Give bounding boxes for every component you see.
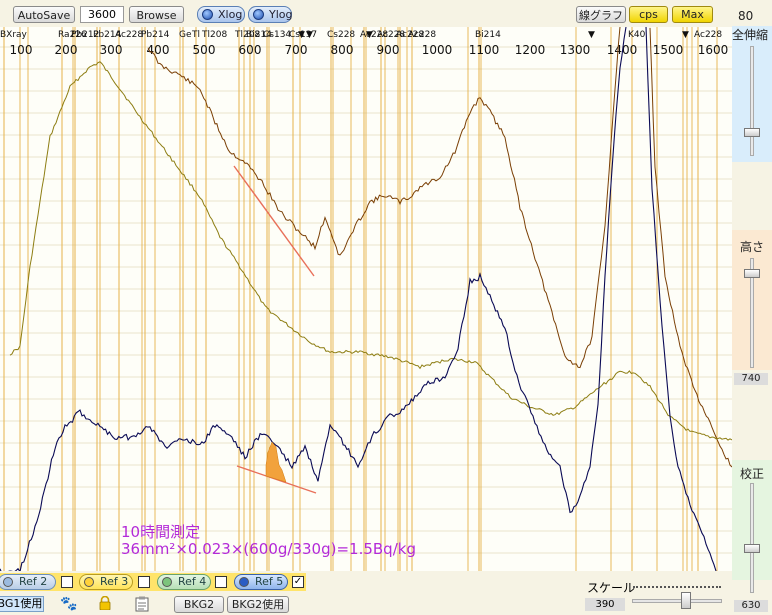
nuclide-label: Cs228 bbox=[327, 30, 355, 40]
x-tick-label: 200 bbox=[55, 43, 78, 57]
x-tick-label: 1300 bbox=[560, 43, 591, 57]
nuclide-label: Tl208 bbox=[201, 30, 227, 40]
x-tick-label: 1100 bbox=[469, 43, 500, 57]
time-field[interactable]: 3600 bbox=[80, 6, 124, 23]
radio-icon bbox=[253, 9, 264, 20]
nuclide-label: Bi214 bbox=[475, 30, 501, 40]
ref3-button[interactable]: Ref 3 bbox=[79, 574, 133, 590]
ref5-checkbox[interactable]: ✓ bbox=[292, 576, 304, 588]
ref2-button[interactable]: Ref 2 bbox=[0, 574, 56, 590]
stretch-label: 全伸縮 bbox=[732, 28, 769, 42]
calibrate-value: 630 bbox=[734, 600, 768, 612]
nuclide-label: Ge bbox=[179, 30, 192, 40]
line-graph-button[interactable]: 線グラフ bbox=[576, 6, 626, 23]
x-tick-label: 300 bbox=[100, 43, 123, 57]
nuclide-label: Ac228 bbox=[408, 30, 436, 40]
calibrate-slider[interactable] bbox=[750, 483, 754, 593]
radio-icon bbox=[239, 577, 249, 587]
x-tick-label: 800 bbox=[331, 43, 354, 57]
radio-icon bbox=[3, 577, 13, 587]
bkg2-use-button[interactable]: BKG2使用 bbox=[227, 596, 289, 613]
cps-button[interactable]: cps bbox=[629, 6, 668, 23]
x-tick-label: 100 bbox=[10, 43, 33, 57]
x-tick-label: 1000 bbox=[422, 43, 453, 57]
bg1-use-label: BG1使用 bbox=[0, 597, 43, 610]
peak-marker: ▼ bbox=[298, 30, 305, 40]
scale-slider[interactable] bbox=[632, 599, 722, 603]
xlog-label: Xlog bbox=[218, 8, 243, 21]
x-tick-label: 400 bbox=[147, 43, 170, 57]
clipboard-icon[interactable] bbox=[135, 596, 149, 612]
ref3-checkbox[interactable] bbox=[138, 576, 150, 588]
height-label: 高さ bbox=[740, 240, 765, 254]
xlog-toggle[interactable]: Xlog bbox=[197, 6, 245, 23]
nuclide-label: Ac228 bbox=[115, 30, 143, 40]
x-tick-label: 1200 bbox=[515, 43, 546, 57]
scale-label: スケール bbox=[587, 581, 636, 595]
spectrum-chart[interactable]: BXray Ra226Pb212Pb214Ac228Pb214 Ge Tl Tl208 T… bbox=[0, 27, 732, 571]
bg1-use-button[interactable]: BG1使用 bbox=[0, 596, 44, 612]
nuclide-label: BXray bbox=[0, 30, 28, 40]
x-tick-label: 1500 bbox=[653, 43, 684, 57]
top-value: 80 bbox=[738, 9, 754, 23]
ref4-button[interactable]: Ref 4 bbox=[157, 574, 211, 590]
ref2-label: Ref 2 bbox=[19, 575, 48, 588]
nuclide-label: K40 bbox=[628, 30, 646, 40]
x-tick-label: 600 bbox=[239, 43, 262, 57]
right-panel: 80 全伸縮 高さ 740 校正 630 bbox=[732, 0, 772, 614]
radio-icon bbox=[202, 9, 213, 20]
ref5-button[interactable]: Ref 5 bbox=[234, 574, 288, 590]
ylog-label: Ylog bbox=[269, 8, 293, 21]
calibrate-slider-thumb[interactable] bbox=[744, 544, 760, 553]
stretch-slider[interactable] bbox=[750, 46, 754, 156]
nuclide-label: Pb214 bbox=[141, 30, 170, 40]
scale-value: 390 bbox=[585, 598, 625, 611]
paw-icon[interactable]: 🐾 bbox=[60, 597, 77, 611]
calibrate-label: 校正 bbox=[740, 467, 765, 481]
radio-icon bbox=[162, 577, 172, 587]
ref4-label: Ref 4 bbox=[178, 575, 207, 588]
autosave-button[interactable]: AutoSave bbox=[13, 6, 75, 23]
peak-marker: ▼ bbox=[588, 30, 595, 40]
x-tick-label: 1600 bbox=[698, 43, 729, 57]
ref3-label: Ref 3 bbox=[100, 575, 129, 588]
height-value: 740 bbox=[734, 373, 768, 385]
browse-button[interactable]: Browse bbox=[129, 6, 184, 23]
nuclide-label: Tl bbox=[191, 30, 200, 40]
nuclide-label: Cs134 bbox=[263, 30, 291, 40]
x-tick-label: 500 bbox=[193, 43, 216, 57]
ref2-checkbox[interactable] bbox=[61, 576, 73, 588]
nuclide-label: Ac228 bbox=[694, 30, 722, 40]
annotation-formula: 36mm²×0.023×(600g/330g)=1.5Bq/kg bbox=[121, 540, 416, 558]
x-tick-label: 700 bbox=[285, 43, 308, 57]
x-tick-label: 900 bbox=[377, 43, 400, 57]
bkg2-button[interactable]: BKG2 bbox=[174, 596, 224, 613]
peak-marker: ▼ bbox=[366, 30, 373, 40]
radio-icon bbox=[84, 577, 94, 587]
height-slider-thumb[interactable] bbox=[744, 269, 760, 278]
ylog-toggle[interactable]: Ylog bbox=[248, 6, 293, 23]
max-button[interactable]: Max bbox=[672, 6, 713, 23]
annotation-title: 10時間測定 bbox=[121, 523, 200, 541]
lock-icon[interactable] bbox=[98, 595, 112, 611]
peak-marker: ▼ bbox=[306, 30, 313, 40]
scale-slider-thumb[interactable] bbox=[681, 592, 691, 609]
ref4-checkbox[interactable] bbox=[215, 576, 227, 588]
peak-marker: ▼ bbox=[682, 30, 689, 40]
ref5-label: Ref 5 bbox=[255, 575, 284, 588]
scale-slider-ticks bbox=[633, 586, 721, 592]
stretch-slider-thumb[interactable] bbox=[744, 128, 760, 137]
